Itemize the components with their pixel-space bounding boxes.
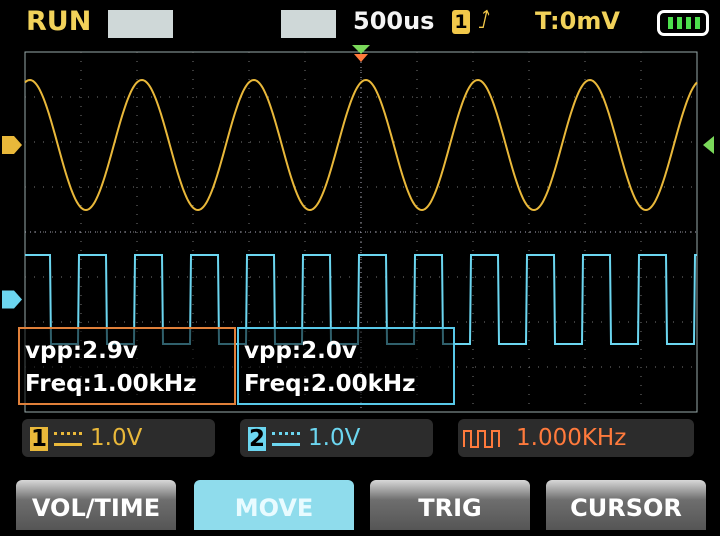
ch1-measurements: vpp:2.9v Freq:1.00kHz — [18, 327, 236, 405]
overview-window — [173, 10, 281, 38]
ch2-measurements: vpp:2.0v Freq:2.00kHz — [237, 327, 455, 405]
generator-frequency[interactable]: 1.000KHz — [458, 419, 694, 457]
ch1-vpp: vpp:2.9v — [25, 338, 138, 364]
ch1-freq: Freq:1.00kHz — [25, 371, 197, 397]
ch1-scale[interactable]: 1 1.0V — [22, 419, 215, 457]
trig-button[interactable]: TRIG — [370, 480, 530, 530]
status-bar: RUN 500us 1 ⭜ T:0mV — [0, 0, 720, 46]
ch1-badge: 1 — [30, 425, 48, 452]
dc-coupling-icon — [272, 431, 300, 446]
trigger-channel: 1 — [452, 10, 470, 34]
ch2-vpp: vpp:2.0v — [244, 338, 357, 364]
square-wave-icon — [463, 429, 500, 448]
trigger-level: T:0mV — [535, 7, 620, 35]
rising-edge-icon: ⭜ — [478, 6, 491, 34]
trigger-position-marker — [352, 45, 370, 54]
run-state[interactable]: RUN — [26, 6, 91, 37]
timebase: 500us — [353, 7, 435, 35]
battery-icon — [657, 10, 709, 36]
ch2-scale[interactable]: 2 1.0V — [240, 419, 433, 457]
dc-coupling-icon — [54, 431, 82, 446]
ch2-freq: Freq:2.00kHz — [244, 371, 416, 397]
ch1-scale-value: 1.0V — [90, 425, 143, 451]
ch1-level-marker — [2, 136, 22, 154]
trigger-point-marker — [354, 54, 368, 62]
ch2-scale-value: 1.0V — [308, 425, 361, 451]
ch1-trace — [24, 78, 698, 212]
cursor-button[interactable]: CURSOR — [546, 480, 706, 530]
memory-overview — [108, 10, 336, 38]
vol-time-button[interactable]: VOL/TIME — [16, 480, 176, 530]
move-button[interactable]: MOVE — [194, 480, 354, 530]
ch2-level-marker — [2, 290, 22, 309]
trigger-level-marker — [703, 136, 714, 154]
ch2-badge: 2 — [248, 425, 266, 452]
generator-frequency-value: 1.000KHz — [516, 425, 627, 451]
